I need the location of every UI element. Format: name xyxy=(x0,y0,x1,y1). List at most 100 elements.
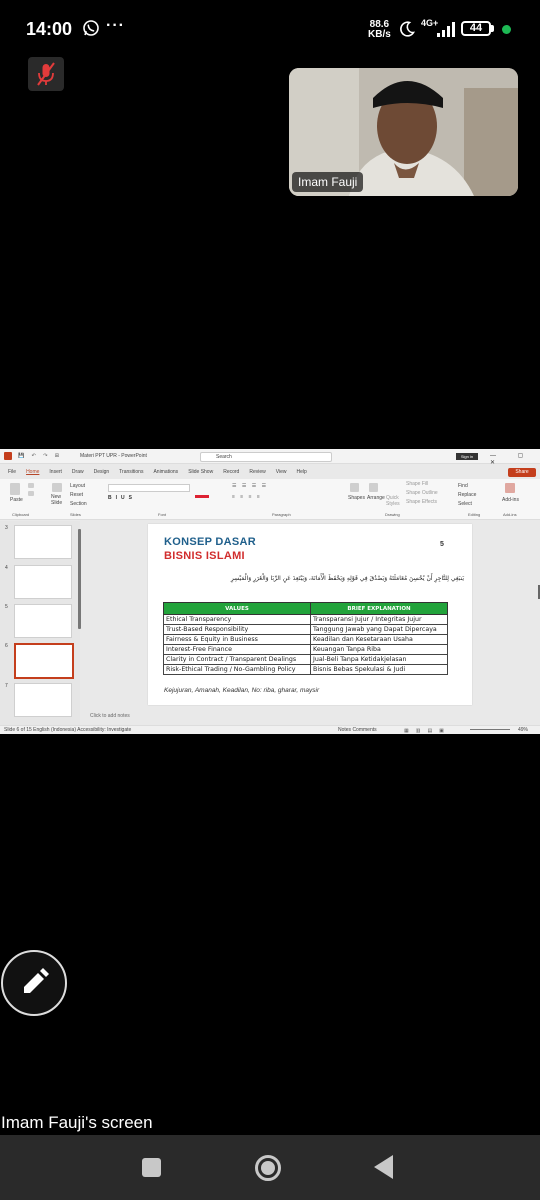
ribbon-tab[interactable]: Slide Show xyxy=(188,469,213,475)
thumbnail-number: 4 xyxy=(5,565,8,571)
signal-icon xyxy=(437,22,455,37)
thumbnail-number: 6 xyxy=(5,643,8,649)
table-cell: Ethical Transparency xyxy=(163,614,311,625)
zoom-level: 49% xyxy=(518,727,529,733)
table-row: Risk-Ethical Trading / No-Gambling Polic… xyxy=(163,664,448,675)
ribbon-tab[interactable]: Draw xyxy=(72,469,84,475)
ribbon-tab[interactable]: Transitions xyxy=(119,469,143,475)
slide-title-line1: KONSEP DASAR xyxy=(164,536,257,548)
slide-thumbnail[interactable] xyxy=(14,683,72,717)
replace-button[interactable]: Replace xyxy=(458,492,476,498)
zoom-slider[interactable] xyxy=(470,729,510,730)
paste-label: Paste xyxy=(10,497,23,503)
whatsapp-icon xyxy=(83,20,99,36)
group-label-slides: Slides xyxy=(70,512,81,517)
select-button[interactable]: Select xyxy=(458,501,472,507)
nav-home-icon-inner xyxy=(261,1161,275,1175)
table-row: Fairness & Equity in Business Keadilan d… xyxy=(163,634,448,645)
thumbnail-scrollbar[interactable] xyxy=(78,529,81,629)
ppt-window-controls[interactable]: — ▢ ✕ xyxy=(490,452,540,466)
copy-icon[interactable] xyxy=(28,491,34,496)
ribbon-tab[interactable]: Animations xyxy=(153,469,178,475)
ribbon-tab[interactable]: View xyxy=(276,469,287,475)
ribbon-tab[interactable]: Record xyxy=(223,469,239,475)
ribbon-tab[interactable]: Design xyxy=(94,469,110,475)
table-cell: Clarity in Contract / Transparent Dealin… xyxy=(163,654,311,665)
slide-thumbnails-pane[interactable]: 3 4 5 6 7 xyxy=(0,521,80,727)
ribbon-tab[interactable]: Review xyxy=(249,469,265,475)
annotate-button[interactable] xyxy=(1,950,67,1016)
slide-number: 5 xyxy=(440,541,444,548)
slide-footnote: Kejujuran, Amanah, Keadilan, No: riba, g… xyxy=(164,687,320,694)
table-row: Interest-Free Finance Keuangan Tanpa Rib… xyxy=(163,644,448,655)
moon-icon xyxy=(400,21,415,37)
table-cell: Interest-Free Finance xyxy=(163,644,311,655)
table-cell: Trust-Based Responsibility xyxy=(163,624,311,635)
slide-canvas[interactable]: KONSEP DASAR BISNIS ISLAMI 5 يَنبَغِي لِ… xyxy=(148,524,472,705)
table-cell: Jual-Beli Tanpa Ketidakjelasan xyxy=(310,654,448,665)
status-notes-comments[interactable]: Notes Comments xyxy=(338,727,377,733)
ribbon-tab[interactable]: Insert xyxy=(49,469,62,475)
addins-icon[interactable] xyxy=(505,483,515,493)
shape-fill-button[interactable]: Shape Fill xyxy=(406,481,428,487)
quick-access-icons[interactable]: 💾 ↶ ↷ ⊞ xyxy=(18,453,62,459)
paragraph-list-buttons[interactable]: ☰ ☰ ☰ ☰ xyxy=(232,483,268,489)
shapes-icon[interactable] xyxy=(350,483,359,492)
slide-thumbnail-selected[interactable] xyxy=(14,643,74,679)
layout-button[interactable]: Layout xyxy=(70,483,85,489)
new-slide-icon[interactable] xyxy=(52,483,62,492)
group-label-paragraph: Paragraph xyxy=(272,512,291,517)
ribbon-tab[interactable]: Help xyxy=(296,469,306,475)
network-speed-unit: KB/s xyxy=(368,29,391,40)
mic-off-icon xyxy=(37,62,55,86)
reset-button[interactable]: Reset xyxy=(70,492,83,498)
nav-recents-icon[interactable] xyxy=(142,1158,161,1177)
table-row: Trust-Based Responsibility Tanggung Jawa… xyxy=(163,624,448,635)
table-cell: Keuangan Tanpa Riba xyxy=(310,644,448,655)
table-row: Clarity in Contract / Transparent Dealin… xyxy=(163,654,448,665)
table-cell: Bisnis Bebas Spekulasi & Judi xyxy=(310,664,448,675)
new-slide-label: New Slide xyxy=(51,494,63,506)
pencil-icon xyxy=(24,968,49,993)
table-header-values: VALUES xyxy=(163,602,311,615)
ribbon-tab-home[interactable]: Home xyxy=(26,469,39,475)
group-label-clipboard: Clipboard xyxy=(12,512,30,517)
table-cell: Risk-Ethical Trading / No-Gambling Polic… xyxy=(163,664,311,675)
table-row: Ethical Transparency Transparansi Jujur … xyxy=(163,614,448,625)
ppt-signin-button[interactable]: Sign in xyxy=(456,453,478,460)
nav-back-icon[interactable] xyxy=(374,1155,393,1179)
font-color-icon[interactable] xyxy=(195,495,209,498)
shape-outline-button[interactable]: Shape Outline xyxy=(406,490,438,496)
arrange-icon[interactable] xyxy=(369,483,378,492)
ppt-search-placeholder: Search xyxy=(216,454,232,460)
more-notifications-icon: ··· xyxy=(106,17,125,34)
slide-thumbnail[interactable] xyxy=(14,565,72,599)
font-format-buttons[interactable]: BIUS xyxy=(108,495,136,501)
shapes-label: Shapes xyxy=(348,495,365,501)
ribbon-tab[interactable]: File xyxy=(8,469,16,475)
mute-button[interactable] xyxy=(28,57,64,91)
paragraph-align-buttons[interactable]: ≡ ≡ ≡ ≡ xyxy=(232,494,262,500)
slide-thumbnail[interactable] xyxy=(14,604,72,638)
slide-title-line2: BISNIS ISLAMI xyxy=(164,550,245,562)
shared-screen[interactable]: 💾 ↶ ↷ ⊞ Materi PPT UPR - PowerPoint Sear… xyxy=(0,449,540,734)
screen-owner-label: Imam Fauji's screen xyxy=(1,1113,153,1132)
view-buttons[interactable]: ▦▥▤▣ xyxy=(404,728,451,734)
quick-styles-label[interactable]: Quick Styles xyxy=(386,495,402,507)
find-button[interactable]: Find xyxy=(458,483,468,489)
table-cell: Keadilan dan Kesetaraan Usaha xyxy=(310,634,448,645)
cut-icon[interactable] xyxy=(28,483,34,488)
slide-arabic-text: يَنبَغِي لِلتَّاجِرِ أَنْ يُحْسِنَ مُعَا… xyxy=(230,575,464,582)
paste-icon[interactable] xyxy=(10,483,20,495)
status-slide-info: Slide 6 of 15 English (Indonesia) Access… xyxy=(4,727,132,733)
thumbnail-number: 3 xyxy=(5,525,8,531)
participant-name-label: Imam Fauji xyxy=(292,172,364,192)
notes-placeholder[interactable]: Click to add notes xyxy=(90,713,130,719)
shape-effects-button[interactable]: Shape Effects xyxy=(406,499,437,505)
ppt-share-button[interactable]: Share xyxy=(508,468,536,477)
section-button[interactable]: Section xyxy=(70,501,87,507)
battery-icon: 44 xyxy=(461,21,491,36)
slide-thumbnail[interactable] xyxy=(14,525,72,559)
table-header-row: VALUES BRIEF EXPLANATION xyxy=(163,602,448,615)
font-name-dropdown[interactable] xyxy=(108,484,190,492)
